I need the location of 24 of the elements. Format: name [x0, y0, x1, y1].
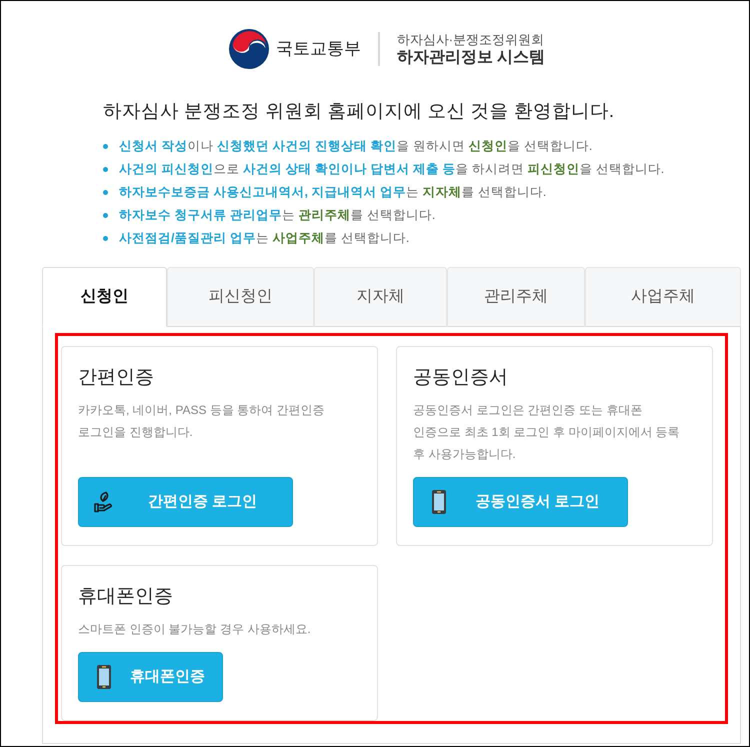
swirl-emblem-icon [228, 29, 269, 69]
hand-leaf-icon [94, 491, 114, 513]
tab[interactable]: 지자체 [314, 267, 447, 327]
committee-name: 하자심사·분쟁조정위원회 [396, 31, 546, 49]
tab[interactable]: 피신청인 [167, 267, 314, 327]
tab[interactable]: 신청인 [42, 267, 167, 327]
card-title: 휴대폰인증 [78, 585, 173, 609]
guide-text: 사건의 피신청인으로 사건의 상태 확인이나 답변서 제출 등을 하시려면 피신청인을 선택합니다. [119, 161, 664, 178]
phone-icon [97, 665, 111, 689]
tab[interactable]: 사업주체 [585, 267, 741, 327]
ministry-name: 국토교통부 [276, 38, 361, 60]
card-description: 공동인증서 로그인은 간편인증 또는 휴대폰 인증으로 최초 1회 로그인 후 마이페이지에서 등록 후 사용가능합니다. [413, 402, 681, 463]
guide-text: 하자보수 청구서류 관리업무는 관리주체 를 선택합니다. [119, 207, 436, 224]
guide-text: 하자보수보증금 사용신고내역서, 지급내역서 업무는 지자체 를 선택합니다. [119, 184, 546, 201]
phone-icon [432, 490, 446, 514]
guide-text: 사전점검/품질관리 업무는 사업주체 를 선택합니다. [119, 230, 410, 247]
card-title: 간편인증 [78, 366, 154, 390]
system-title: 하자관리정보 시스템 [396, 49, 546, 67]
card-title: 공동인증서 [413, 366, 508, 390]
card-description: 스마트폰 인증이 불가능할 경우 사용하세요. [78, 621, 312, 638]
tab[interactable]: 관리주체 [447, 267, 585, 327]
welcome-heading: 하자심사 분쟁조정 위원회 홈페이지에 오신 것을 환영합니다. [103, 99, 614, 123]
card-description: 카카오톡, 네이버, PASS 등을 통하여 간편인증 로그인을 진행합니다. [78, 402, 326, 441]
guide-text: 신청서 작성 이나 신청했던 사건의 진행상태 확인을 원하시면 신청인을 선택합니다. [119, 138, 592, 155]
